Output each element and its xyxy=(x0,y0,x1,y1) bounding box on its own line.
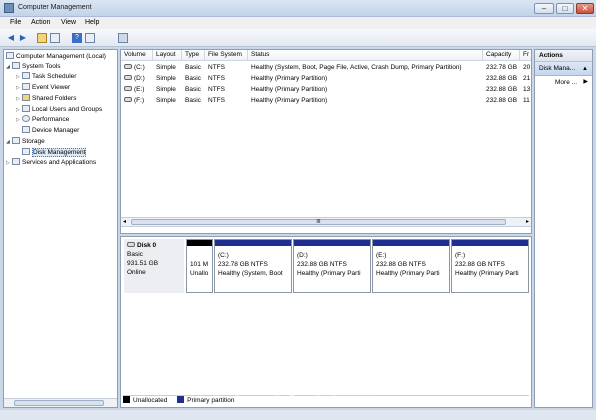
maximize-button[interactable]: □ xyxy=(556,3,574,14)
partition-unallocated[interactable]: 101 M Unallo xyxy=(186,239,213,293)
disk-name: Disk 0 xyxy=(137,242,157,249)
volume-list: Volume Layout Type File System Status Ca… xyxy=(120,49,532,234)
actions-header: Actions xyxy=(535,50,592,62)
watermark: BikriSohoj.com xyxy=(132,371,375,402)
disk-size: 931.51 GB xyxy=(127,260,159,267)
column-header-status[interactable]: Status xyxy=(248,50,483,61)
toolbar: ◀ ▶ ? xyxy=(0,29,596,47)
column-header-free[interactable]: Fr xyxy=(520,50,531,61)
users-icon xyxy=(22,105,30,112)
volume-icon xyxy=(124,97,132,102)
disk-type: Basic xyxy=(127,251,143,258)
properties-icon[interactable] xyxy=(85,33,95,43)
show-hide-tree-icon[interactable] xyxy=(50,33,60,43)
console-icon[interactable] xyxy=(118,33,128,43)
column-header-layout[interactable]: Layout xyxy=(153,50,182,61)
disk-state: Online xyxy=(127,269,146,276)
up-folder-icon[interactable] xyxy=(37,33,47,43)
tree-item-local-users-groups[interactable]: ▷ Local Users and Groups xyxy=(16,105,102,115)
table-row[interactable]: (F:) Simple Basic NTFS Healthy (Primary … xyxy=(121,95,531,106)
disk-icon xyxy=(22,148,30,155)
collapsed-triangle-icon[interactable]: ▷ xyxy=(16,115,22,125)
device-manager-icon xyxy=(22,126,30,133)
status-bar xyxy=(0,410,596,420)
volume-list-horizontal-scrollbar[interactable]: ◂ III ▸ xyxy=(121,217,531,227)
partition-c[interactable]: (C:) 232.78 GB NTFS Healthy (System, Boo… xyxy=(214,239,292,293)
partition-d[interactable]: (D:) 232.88 GB NTFS Healthy (Primary Par… xyxy=(293,239,371,293)
navigation-tree: Computer Management (Local) ◢ System Tool… xyxy=(3,49,118,408)
close-button[interactable]: ✕ xyxy=(576,3,594,14)
menu-view[interactable]: View xyxy=(61,19,76,26)
tree-item-device-manager[interactable]: Device Manager xyxy=(22,126,79,136)
table-row[interactable]: (C:) Simple Basic NTFS Healthy (System, … xyxy=(121,62,531,73)
collapse-up-icon[interactable]: ▲ xyxy=(582,62,588,76)
volume-icon xyxy=(124,75,132,80)
scroll-right-arrow-icon[interactable]: ▸ xyxy=(526,218,529,225)
column-header-type[interactable]: Type xyxy=(182,50,205,61)
computer-icon xyxy=(6,52,14,59)
tree-item-performance[interactable]: ▷ Performance xyxy=(16,115,69,125)
services-icon xyxy=(12,158,20,165)
storage-icon xyxy=(12,137,20,144)
tools-icon xyxy=(12,62,20,69)
scrollbar-thumb[interactable]: III xyxy=(131,219,506,225)
tree-item-storage[interactable]: ◢ Storage xyxy=(6,137,45,147)
folder-icon xyxy=(22,94,30,101)
actions-disk-management[interactable]: Disk Mana... ▲ xyxy=(535,62,592,76)
back-arrow-icon[interactable]: ◀ xyxy=(6,33,16,43)
column-header-volume[interactable]: Volume xyxy=(121,50,153,61)
tree-item-computer-management[interactable]: Computer Management (Local) xyxy=(6,52,106,62)
volume-icon xyxy=(124,86,132,91)
disk-info[interactable]: Disk 0 Basic 931.51 GB Online xyxy=(124,239,184,293)
scrollbar-thumb[interactable] xyxy=(14,400,104,406)
title-bar: Computer Management – □ ✕ xyxy=(0,0,596,17)
submenu-arrow-icon: ▶ xyxy=(583,79,588,85)
table-row[interactable]: (D:) Simple Basic NTFS Healthy (Primary … xyxy=(121,73,531,84)
scroll-left-arrow-icon[interactable]: ◂ xyxy=(123,218,126,225)
tree-item-system-tools[interactable]: ◢ System Tools xyxy=(6,62,61,72)
actions-pane: Actions Disk Mana... ▲ More ... ▶ xyxy=(534,49,593,408)
minimize-button[interactable]: – xyxy=(534,3,554,14)
tree-item-event-viewer[interactable]: ▷ Event Viewer xyxy=(16,83,70,93)
disk-icon xyxy=(127,242,135,247)
performance-icon xyxy=(22,115,30,122)
partition-f[interactable]: (F:) 232.88 GB NTFS Healthy (Primary Par… xyxy=(451,239,529,293)
event-viewer-icon xyxy=(22,83,30,90)
window-title: Computer Management xyxy=(18,4,92,11)
tree-horizontal-scrollbar[interactable] xyxy=(4,398,117,407)
column-header-capacity[interactable]: Capacity xyxy=(483,50,520,61)
forward-arrow-icon[interactable]: ▶ xyxy=(18,33,28,43)
partition-e[interactable]: (E:) 232.88 GB NTFS Healthy (Primary Par… xyxy=(372,239,450,293)
more-actions-item[interactable]: More ... ▶ xyxy=(535,76,592,89)
menu-help[interactable]: Help xyxy=(85,19,99,26)
computer-management-icon xyxy=(4,3,14,13)
tree-item-task-scheduler[interactable]: ▷ Task Scheduler xyxy=(16,72,76,82)
help-icon[interactable]: ? xyxy=(72,33,82,43)
table-row[interactable]: (E:) Simple Basic NTFS Healthy (Primary … xyxy=(121,84,531,95)
clock-icon xyxy=(22,72,30,79)
menu-bar: File Action View Help xyxy=(0,17,596,29)
unallocated-swatch xyxy=(123,396,130,403)
volume-icon xyxy=(124,64,132,69)
column-header-file-system[interactable]: File System xyxy=(205,50,248,61)
menu-file[interactable]: File xyxy=(10,19,21,26)
tree-item-disk-management[interactable]: Disk Management xyxy=(22,148,87,158)
tree-item-shared-folders[interactable]: ▷ Shared Folders xyxy=(16,94,76,104)
menu-action[interactable]: Action xyxy=(31,19,50,26)
tree-item-services-applications[interactable]: ▷ Services and Applications xyxy=(6,158,96,168)
